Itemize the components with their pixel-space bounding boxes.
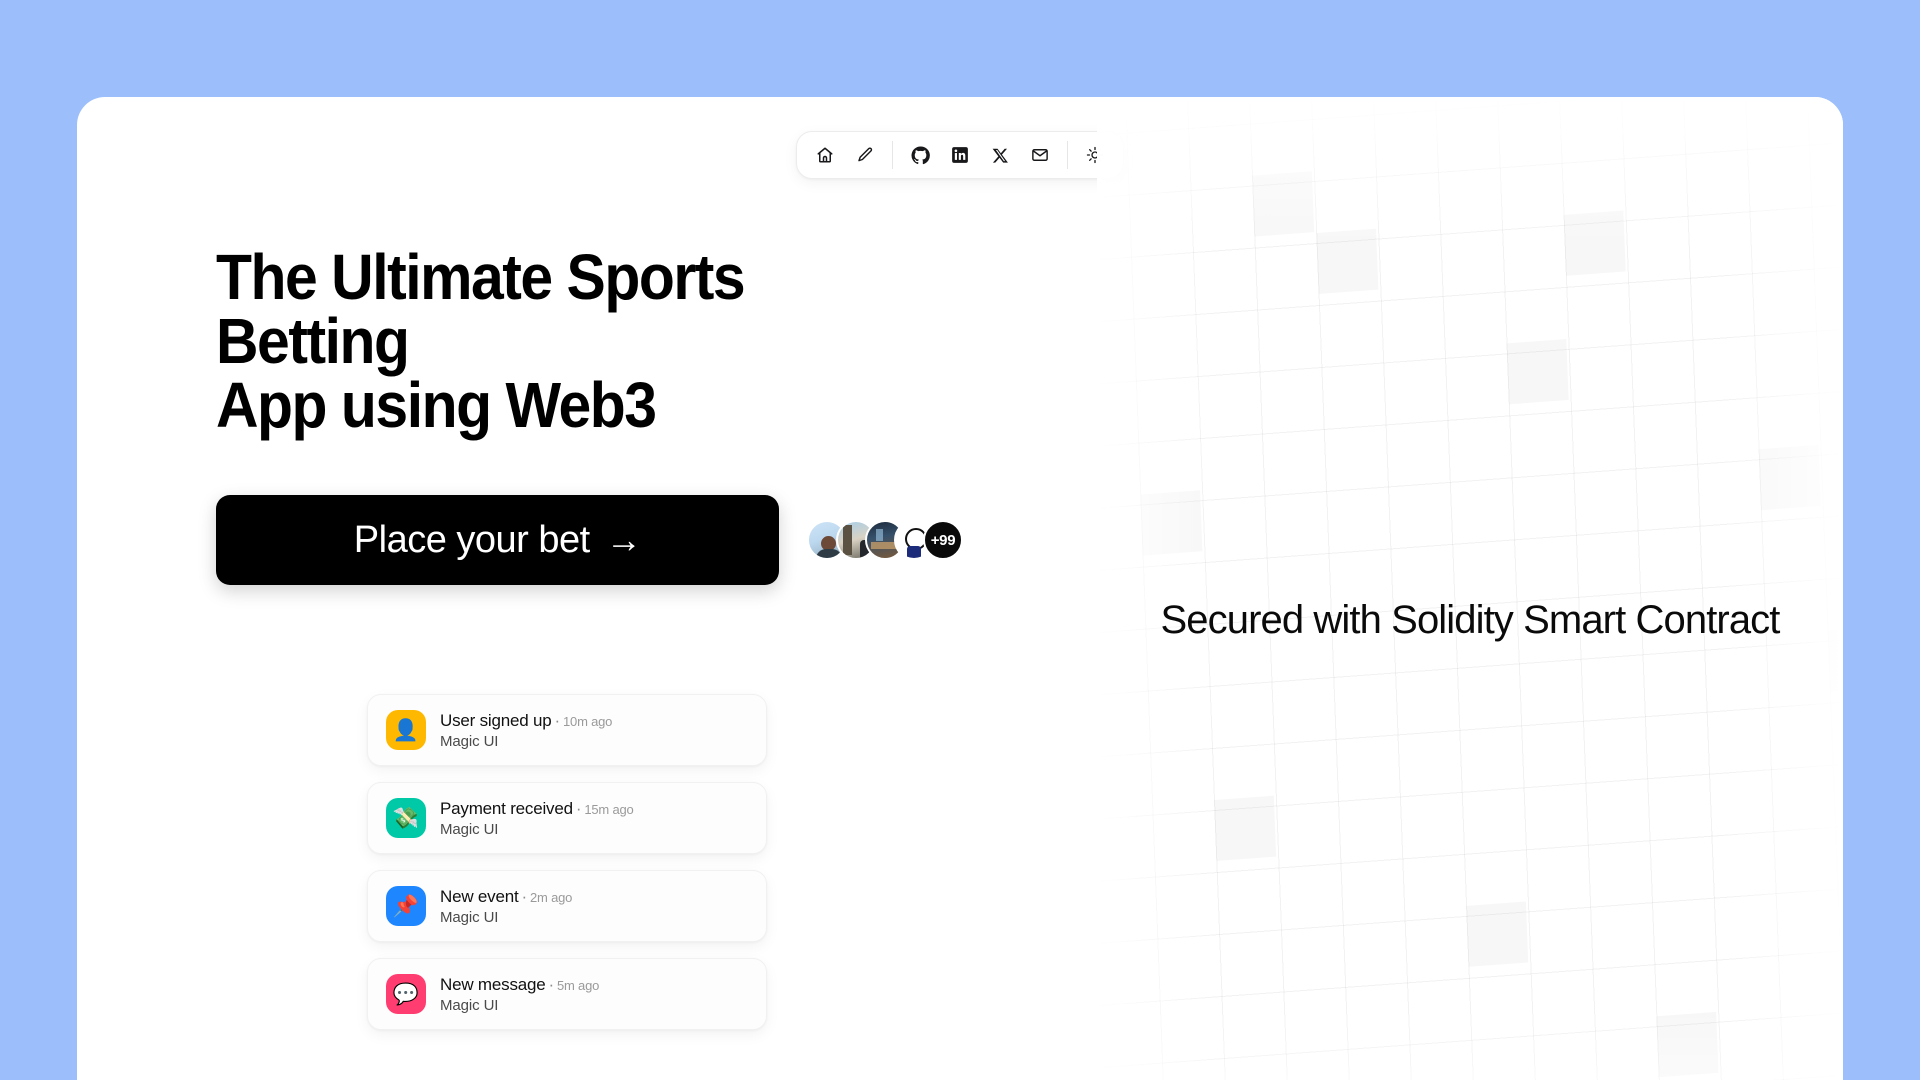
dock-item-mail[interactable] bbox=[1020, 135, 1060, 175]
app-card: Secured with Solidity Smart Contract The… bbox=[77, 97, 1843, 1080]
notification-time: 10m ago bbox=[563, 713, 613, 729]
page-title: The Ultimate Sports Betting App using We… bbox=[216, 245, 915, 437]
home-icon bbox=[816, 146, 834, 164]
notification-item[interactable]: 👤 User signed up · 10m ago Magic UI bbox=[367, 694, 767, 766]
cta-label: Place your bet bbox=[353, 518, 590, 561]
separator-dot: · bbox=[521, 886, 528, 906]
notification-item[interactable]: 💸 Payment received · 15m ago Magic UI bbox=[367, 782, 767, 854]
notification-subtitle: Magic UI bbox=[440, 732, 499, 750]
notification-body: User signed up · 10m ago Magic UI bbox=[440, 711, 612, 750]
dock-item-home[interactable] bbox=[805, 135, 845, 175]
message-icon: 💬 bbox=[386, 974, 426, 1014]
notification-title-row: User signed up · 10m ago bbox=[440, 711, 612, 731]
notification-subtitle: Magic UI bbox=[440, 996, 499, 1014]
dock-divider-1 bbox=[892, 141, 893, 169]
separator-dot: · bbox=[554, 710, 561, 730]
notification-title: User signed up bbox=[440, 710, 552, 730]
notification-item[interactable]: 💬 New message · 5m ago Magic UI bbox=[367, 958, 767, 1030]
notification-title: New message bbox=[440, 974, 546, 994]
floating-dock bbox=[796, 131, 1124, 179]
notification-body: New event · 2m ago Magic UI bbox=[440, 887, 572, 926]
headline-line-2: App using Web3 bbox=[216, 369, 657, 441]
headline-line-1: The Ultimate Sports Betting bbox=[216, 241, 746, 377]
secured-headline: Secured with Solidity Smart Contract bbox=[1160, 598, 1781, 642]
place-bet-button[interactable]: Place your bet → bbox=[216, 495, 779, 585]
pencil-icon bbox=[856, 146, 874, 164]
notification-body: New message · 5m ago Magic UI bbox=[440, 975, 599, 1014]
dock-divider-2 bbox=[1067, 141, 1068, 169]
notification-list: 👤 User signed up · 10m ago Magic UI 💸 Paym… bbox=[367, 694, 767, 1046]
notification-time: 2m ago bbox=[530, 889, 573, 905]
avatar-group: +99 bbox=[807, 520, 963, 560]
notification-title: Payment received bbox=[440, 798, 573, 818]
notification-time: 15m ago bbox=[584, 801, 634, 817]
dock-item-blog[interactable] bbox=[845, 135, 885, 175]
pin-icon: 📌 bbox=[386, 886, 426, 926]
secured-panel: Secured with Solidity Smart Contract bbox=[1097, 97, 1843, 1080]
page-root: Secured with Solidity Smart Contract The… bbox=[0, 0, 1920, 1080]
separator-dot: · bbox=[575, 798, 582, 818]
arrow-right-icon: → bbox=[605, 519, 642, 560]
notification-time: 5m ago bbox=[556, 977, 600, 993]
mail-icon bbox=[1031, 146, 1049, 164]
separator-dot: · bbox=[548, 974, 555, 994]
notification-body: Payment received · 15m ago Magic UI bbox=[440, 799, 634, 838]
cta-row: Place your bet → +99 bbox=[216, 495, 1046, 585]
notification-title: New event bbox=[440, 886, 519, 906]
notification-icon-glyph: 💸 bbox=[392, 806, 420, 830]
money-icon: 💸 bbox=[386, 798, 426, 838]
perspective-grid bbox=[1097, 97, 1843, 1080]
notification-icon-glyph: 📌 bbox=[392, 894, 420, 918]
dock-item-x[interactable] bbox=[980, 135, 1020, 175]
notification-item[interactable]: 📌 New event · 2m ago Magic UI bbox=[367, 870, 767, 942]
x-icon bbox=[992, 147, 1009, 164]
notification-subtitle: Magic UI bbox=[440, 908, 499, 926]
avatar-overflow-count[interactable]: +99 bbox=[923, 520, 963, 560]
linkedin-icon bbox=[951, 146, 969, 164]
github-icon bbox=[911, 145, 930, 165]
notification-subtitle: Magic UI bbox=[440, 820, 499, 838]
dock-item-linkedin[interactable] bbox=[940, 135, 980, 175]
notification-title-row: Payment received · 15m ago bbox=[440, 799, 634, 819]
notification-icon-glyph: 👤 bbox=[392, 718, 420, 742]
person-icon: 👤 bbox=[386, 710, 426, 750]
dock-item-github[interactable] bbox=[900, 135, 940, 175]
notification-icon-glyph: 💬 bbox=[392, 982, 420, 1006]
notification-title-row: New event · 2m ago bbox=[440, 887, 572, 907]
hero-section: The Ultimate Sports Betting App using We… bbox=[216, 245, 1046, 585]
notification-title-row: New message · 5m ago bbox=[440, 975, 599, 995]
